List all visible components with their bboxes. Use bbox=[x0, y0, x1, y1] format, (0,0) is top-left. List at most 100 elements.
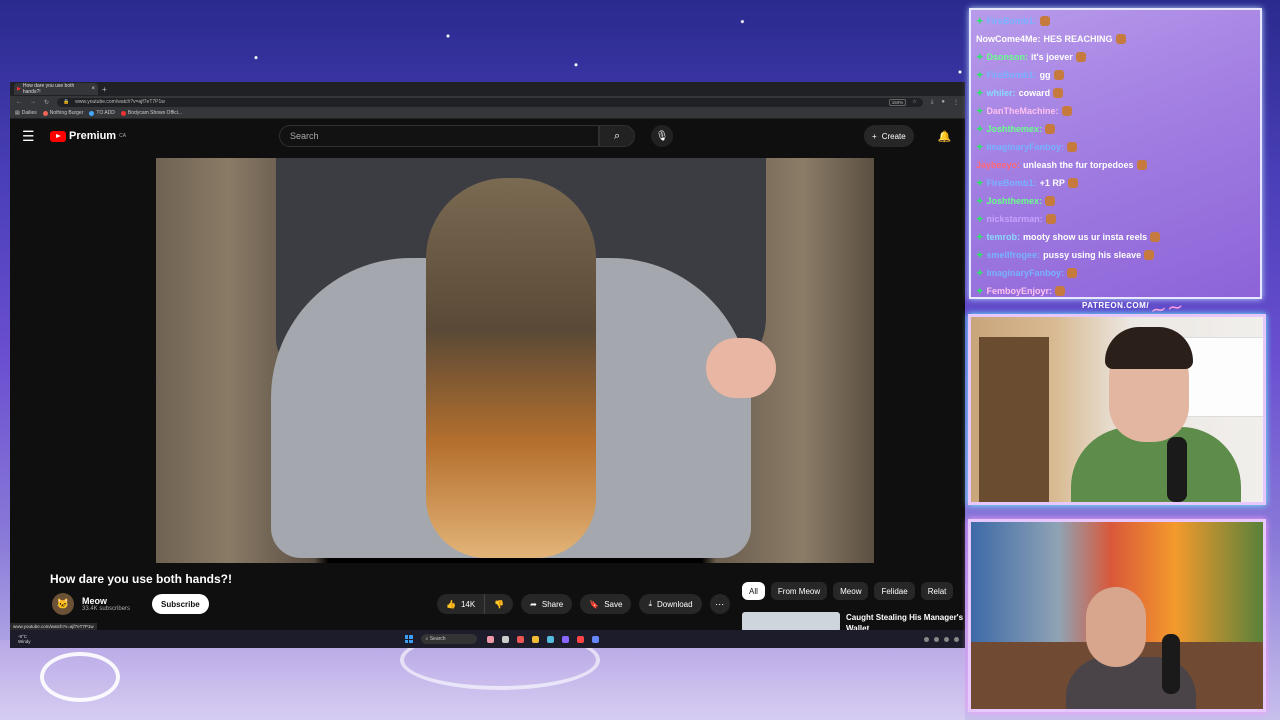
channel-name[interactable]: Meow bbox=[82, 596, 130, 606]
menu-icon[interactable]: ⋮ bbox=[953, 99, 959, 106]
chat-text: it's joever bbox=[1031, 52, 1073, 62]
chat-message: ✦ FemboyEnjoyr: bbox=[976, 282, 1255, 297]
tray-icon[interactable] bbox=[934, 636, 939, 642]
browser-tab[interactable]: ▶ How dare you use both hands?! × bbox=[14, 83, 98, 95]
browser-app-icon[interactable] bbox=[516, 635, 524, 643]
chat-username[interactable]: FemboyEnjoyr: bbox=[987, 286, 1053, 296]
chat-username[interactable]: Jaybeeyo: bbox=[976, 160, 1020, 170]
chat-message: Jaybeeyo: unleash the fur torpedoes bbox=[976, 156, 1255, 174]
browser-window: ▶ How dare you use both hands?! × + ← → … bbox=[10, 82, 965, 648]
forward-icon[interactable]: → bbox=[30, 99, 36, 105]
media-app-icon[interactable] bbox=[546, 635, 554, 643]
chat-text: unleash the fur torpedoes bbox=[1023, 160, 1134, 170]
bookmark-item[interactable]: TO ADD bbox=[89, 110, 115, 116]
folder-icon: ▤ bbox=[15, 110, 20, 116]
chip-meow[interactable]: Meow bbox=[833, 582, 869, 600]
chat-username[interactable]: smellfrogee: bbox=[987, 250, 1041, 260]
emote-icon bbox=[1115, 34, 1126, 44]
webcam-bottom bbox=[968, 519, 1266, 712]
bookmark-label: TO ADD bbox=[96, 110, 115, 116]
chat-username[interactable]: FireBomb1: bbox=[987, 178, 1037, 188]
chat-text: HES REACHING bbox=[1043, 34, 1113, 44]
emote-icon bbox=[1045, 124, 1056, 134]
bookmark-item[interactable]: Bodycam Shows Offici... bbox=[120, 110, 183, 116]
voice-search-button[interactable]: 🎙 bbox=[651, 125, 674, 147]
chat-username[interactable]: Joshthemex: bbox=[987, 124, 1043, 134]
reload-icon[interactable]: ↻ bbox=[44, 99, 49, 106]
address-bar[interactable]: 🔒 www.youtube.com/watch?v=ajf7eT7P1w 150… bbox=[57, 97, 923, 107]
obs-app-icon[interactable] bbox=[576, 635, 584, 643]
star-icon[interactable]: ☆ bbox=[912, 99, 916, 105]
save-button[interactable]: 🔖 Save bbox=[580, 594, 632, 614]
download-icon[interactable]: ⤓ bbox=[931, 99, 934, 106]
chat-username[interactable]: nickstarman: bbox=[987, 214, 1043, 224]
channel-avatar[interactable]: 🐱 bbox=[52, 593, 74, 615]
search-input[interactable]: Search bbox=[279, 125, 600, 147]
bookmark-item[interactable]: Nothing Burger bbox=[42, 110, 84, 116]
search-button[interactable]: ⌕ bbox=[599, 125, 636, 147]
emote-icon bbox=[1144, 250, 1155, 260]
chat-message: ✦ FireBomb1: +1 RP bbox=[976, 174, 1255, 192]
windows-taskbar: -9°C Windy ⌕ Search bbox=[10, 630, 965, 648]
share-button[interactable]: ➦ Share bbox=[521, 594, 573, 614]
chat-text: gg bbox=[1039, 70, 1051, 80]
tab-title: How dare you use both hands?! bbox=[22, 83, 75, 95]
chat-username[interactable]: ImaginaryFanboy: bbox=[987, 268, 1065, 278]
notifications-bell-icon[interactable]: 🔔 bbox=[938, 130, 952, 143]
bookmark-item[interactable]: ▤ Dailies bbox=[15, 110, 37, 116]
chat-username[interactable]: Joshthemex: bbox=[987, 196, 1043, 206]
sub-badge-icon: ✦ bbox=[976, 15, 984, 26]
chip-felidae[interactable]: Felidae bbox=[874, 582, 915, 600]
bookmark-label: Nothing Burger bbox=[49, 110, 84, 116]
folder-app-icon[interactable] bbox=[531, 635, 539, 643]
emote-icon bbox=[1067, 268, 1078, 278]
subscribe-button[interactable]: Subscribe bbox=[152, 594, 209, 614]
bookmark-label: Bodycam Shows Offici... bbox=[127, 110, 183, 116]
create-button[interactable]: + Create bbox=[864, 125, 914, 147]
chat-username[interactable]: FireBomb1: bbox=[987, 70, 1037, 80]
like-button[interactable]: 👍 14K bbox=[437, 594, 486, 614]
hamburger-menu-icon[interactable]: ☰ bbox=[22, 128, 40, 145]
chat-username[interactable]: whiler: bbox=[987, 88, 1016, 98]
chat-username[interactable]: Dsonson: bbox=[987, 52, 1029, 62]
more-actions-button[interactable]: ⋯ bbox=[709, 594, 730, 614]
sub-badge-icon: ✦ bbox=[976, 267, 984, 278]
emote-icon bbox=[1053, 70, 1064, 80]
steam-app-icon[interactable] bbox=[591, 635, 599, 643]
widget-app-icon[interactable] bbox=[486, 635, 494, 643]
tray-icon[interactable] bbox=[954, 636, 959, 642]
cam-microphone bbox=[1167, 437, 1187, 502]
download-button[interactable]: ⤓ Download bbox=[639, 594, 702, 614]
chat-username[interactable]: DanTheMachine: bbox=[987, 106, 1059, 116]
windows-start-icon[interactable] bbox=[404, 635, 413, 643]
tray-icon[interactable] bbox=[924, 636, 929, 642]
close-icon[interactable]: × bbox=[91, 86, 95, 92]
weather-widget[interactable]: -9°C Windy bbox=[18, 634, 31, 644]
chat-message: ✦ ImaginaryFanboy: bbox=[976, 138, 1255, 156]
cam-shelf bbox=[979, 337, 1049, 502]
webcam-top bbox=[968, 314, 1266, 505]
chip-related[interactable]: Relat bbox=[920, 582, 954, 600]
recommendation-thumbnail[interactable] bbox=[742, 612, 840, 632]
chat-username[interactable]: ImaginaryFanboy: bbox=[987, 142, 1065, 152]
back-icon[interactable]: ← bbox=[16, 99, 22, 105]
thumbs-down-icon: 👎 bbox=[494, 599, 505, 609]
chat-username[interactable]: NowCome4Me: bbox=[976, 34, 1041, 44]
chip-all[interactable]: All bbox=[742, 582, 765, 600]
discord-app-icon[interactable] bbox=[561, 635, 569, 643]
zoom-badge[interactable]: 150% bbox=[888, 98, 907, 106]
new-tab-icon[interactable]: + bbox=[102, 85, 107, 94]
taskbar-search[interactable]: ⌕ Search bbox=[420, 634, 477, 644]
chip-from-meow[interactable]: From Meow bbox=[770, 582, 828, 600]
tray-icon[interactable] bbox=[944, 636, 949, 642]
chat-username[interactable]: temrob: bbox=[987, 232, 1021, 242]
channel-row: 🐱 Meow 33.4K subscribers Subscribe bbox=[52, 593, 209, 615]
dislike-button[interactable]: 👎 bbox=[485, 594, 514, 614]
profile-icon[interactable]: ● bbox=[941, 99, 945, 105]
file-explorer-icon[interactable] bbox=[501, 635, 509, 643]
youtube-premium-logo[interactable]: Premium CA bbox=[50, 130, 126, 142]
chat-username[interactable]: FireBomb1: bbox=[987, 16, 1037, 26]
video-player[interactable] bbox=[156, 158, 874, 563]
thumbs-up-icon: 👍 bbox=[446, 599, 456, 609]
taskbar-apps bbox=[486, 635, 599, 643]
